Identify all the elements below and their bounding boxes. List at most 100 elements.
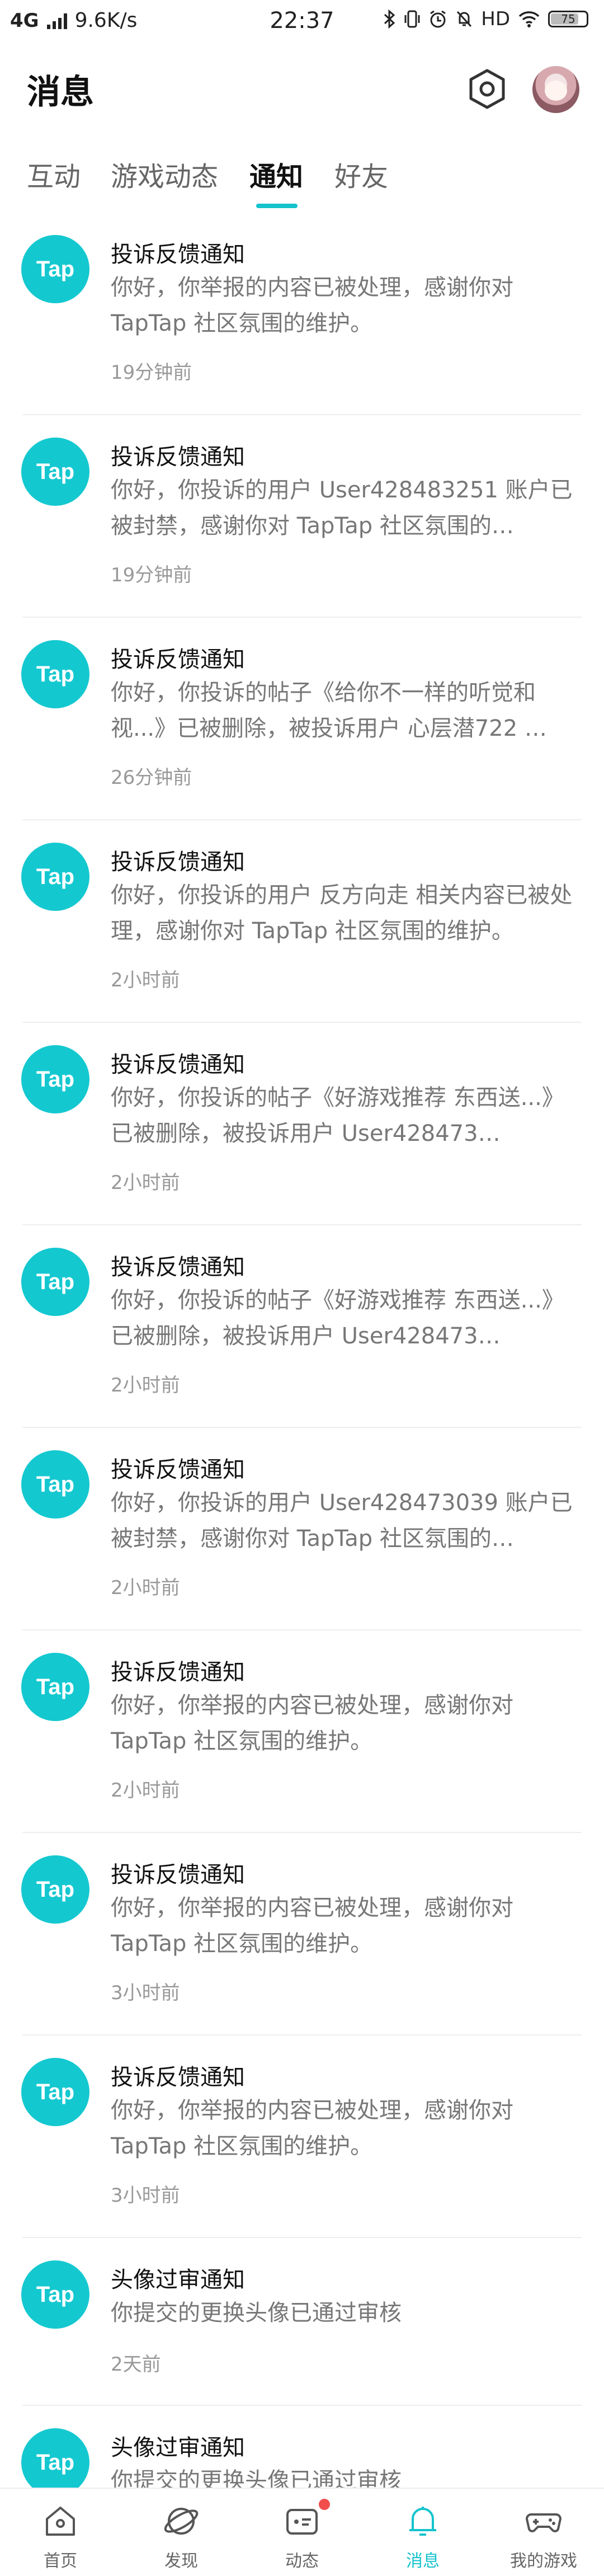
nav-messages-label: 消息 <box>406 2551 440 2571</box>
notification-title: 投诉反馈通知 <box>111 444 245 470</box>
nav-feed[interactable]: 动态 <box>242 2489 362 2576</box>
notification-body: 你好，你举报的内容已被处理，感谢你对 TapTap 社区氛围的维护。 <box>111 1895 513 1957</box>
taptap-logo-icon: Tap <box>21 1855 89 1924</box>
tab-friends[interactable]: 好友 <box>334 154 388 194</box>
notification-item[interactable]: Tap 投诉反馈通知你好，你投诉的帖子《好游戏推荐 东西送...》已被删除，被投诉… <box>0 1023 604 1225</box>
alarm-icon <box>430 10 446 28</box>
header: 消息 <box>0 43 604 138</box>
taptap-logo-icon: Tap <box>21 2260 89 2329</box>
taptap-logo-icon: Tap <box>21 1653 89 1721</box>
notification-body: 你好，你投诉的帖子《好游戏推荐 东西送...》已被删除，被投诉用户 User42… <box>111 1287 564 1349</box>
logo-text: Tap <box>36 662 74 687</box>
notification-item[interactable]: Tap 投诉反馈通知你好，你投诉的用户 User428473039 账户已被封禁，… <box>0 1428 604 1630</box>
notification-title: 投诉反馈通知 <box>111 2065 245 2090</box>
feed-badge <box>319 2499 330 2510</box>
notification-item[interactable]: Tap 投诉反馈通知你好，你举报的内容已被处理，感谢你对 TapTap 社区氛围的… <box>0 2036 604 2238</box>
page-title: 消息 <box>27 73 94 112</box>
status-bar: 4G 9.6K/s 22:37 HD 75 <box>0 0 604 43</box>
notification-body: 你好，你投诉的用户 User428473039 账户已被封禁，感谢你对 TapT… <box>111 1490 573 1552</box>
nav-messages[interactable]: 消息 <box>362 2489 483 2576</box>
notification-title: 投诉反馈通知 <box>111 1660 245 1685</box>
status-right: HD 75 <box>383 8 588 30</box>
taptap-logo-icon: Tap <box>21 1248 89 1316</box>
logo-text: Tap <box>36 257 74 281</box>
taptap-logo-icon: Tap <box>21 843 89 911</box>
nav-home[interactable]: 首页 <box>0 2489 121 2576</box>
settings-button[interactable] <box>462 64 512 114</box>
taptap-logo-icon: Tap <box>21 235 89 303</box>
vibrate-icon <box>404 10 420 28</box>
discover-icon <box>164 2508 199 2535</box>
gamepad-icon <box>526 2513 561 2532</box>
notification-title: 投诉反馈通知 <box>111 1052 245 1078</box>
notification-time: 3小时前 <box>111 2184 180 2207</box>
tab-notifications[interactable]: 通知 <box>249 154 303 194</box>
notification-title: 投诉反馈通知 <box>111 647 245 673</box>
notification-item[interactable]: Tap 头像过审通知你提交的更换头像已通过审核 2天前 <box>0 2238 604 2406</box>
notification-time: 2天前 <box>111 2353 161 2376</box>
notification-item[interactable]: Tap 投诉反馈通知 你好，你投诉的帖子《给你不一样的听觉和视...》已被删除，被投… <box>0 618 604 820</box>
battery-icon: 75 <box>548 11 588 27</box>
logo-text: Tap <box>36 2080 74 2104</box>
taptap-logo-icon: Tap <box>21 640 89 708</box>
notification-item[interactable]: Tap 投诉反馈通知你好，你举报的内容已被处理，感谢你对 TapTap 社区氛围的… <box>0 213 604 415</box>
taptap-logo-icon: Tap <box>21 1450 89 1519</box>
logo-text: Tap <box>36 864 74 889</box>
nav-discover[interactable]: 发现 <box>121 2489 242 2576</box>
notification-time: 2小时前 <box>111 1577 180 1599</box>
notification-list: Tap 投诉反馈通知 你好，你举报的内容已被处理，感谢你对 TapTap 社区氛围的… <box>0 213 604 2574</box>
logo-text: Tap <box>36 1472 74 1497</box>
bell-icon <box>409 2507 436 2536</box>
notification-title: 头像过审通知 <box>111 2435 245 2461</box>
taptap-logo-icon: Tap <box>21 2058 89 2126</box>
notification-title: 投诉反馈通知 <box>111 1457 245 1483</box>
notification-time: 2小时前 <box>111 1779 180 1802</box>
logo-text: Tap <box>36 2282 74 2307</box>
notification-title: 头像过审通知 <box>111 2267 245 2293</box>
mute-icon <box>457 11 472 27</box>
tab-interaction[interactable]: 互动 <box>27 154 81 194</box>
notification-body: 你好，你投诉的帖子《好游戏推荐 东西送...》已被删除，被投诉用户 User42… <box>111 1085 564 1146</box>
notification-item[interactable]: Tap 投诉反馈通知你好，你举报的内容已被处理，感谢你对 TapTap 社区氛围的… <box>0 1630 604 1833</box>
notification-title: 投诉反馈通知 <box>111 242 245 267</box>
home-icon <box>46 2507 75 2536</box>
notification-item[interactable]: Tap 投诉反馈通知你好，你投诉的用户 反方向走 相关内容已被处理，感谢你对 Ta… <box>0 820 604 1023</box>
notification-body: 你好，你投诉的用户 反方向走 相关内容已被处理，感谢你对 TapTap 社区氛围… <box>111 882 573 944</box>
taptap-logo-icon: Tap <box>21 438 89 506</box>
notification-item[interactable]: Tap 投诉反馈通知你好，你投诉的帖子《好游戏推荐 东西送...》已被删除，被投诉… <box>0 1225 604 1428</box>
feed-icon <box>286 2509 318 2535</box>
nav-home-label: 首页 <box>44 2551 77 2571</box>
tab-game-news[interactable]: 游戏动态 <box>111 154 218 194</box>
bottom-nav: 首页 发现 动态 消息 我的游戏 <box>0 2488 604 2576</box>
avatar[interactable] <box>532 66 579 113</box>
nav-my-games[interactable]: 我的游戏 <box>483 2489 604 2576</box>
battery-level: 75 <box>561 12 575 26</box>
notification-body: 你好，你举报的内容已被处理，感谢你对 TapTap 社区氛围的维护。 <box>111 2098 513 2159</box>
active-tab-indicator <box>256 204 298 208</box>
notification-item[interactable]: Tap 投诉反馈通知你好，你举报的内容已被处理，感谢你对 TapTap 社区氛围的… <box>0 1833 604 2036</box>
notification-body: 你提交的更换头像已通过审核 <box>111 2300 402 2326</box>
logo-text: Tap <box>36 2450 74 2475</box>
nav-my-games-label: 我的游戏 <box>510 2551 577 2571</box>
taptap-logo-icon: Tap <box>21 2428 89 2497</box>
notification-time: 2小时前 <box>111 1374 180 1397</box>
notification-title: 投诉反馈通知 <box>111 849 245 875</box>
notification-title: 投诉反馈通知 <box>111 1254 245 1280</box>
nav-discover-label: 发现 <box>164 2551 198 2571</box>
notification-body: 你好，你投诉的用户 User428483251 账户已被封禁，感谢你对 TapT… <box>111 477 573 539</box>
notification-time: 2小时前 <box>111 1172 180 1194</box>
logo-text: Tap <box>36 1270 74 1294</box>
notification-item[interactable]: Tap 投诉反馈通知你好，你投诉的用户 User428483251 账户已被封禁，… <box>0 415 604 618</box>
logo-text: Tap <box>36 1877 74 1902</box>
notification-body: 你好，你举报的内容已被处理，感谢你对 TapTap 社区氛围的维护。 <box>111 1693 513 1754</box>
logo-text: Tap <box>36 1675 74 1699</box>
notification-body: 你好，你举报的内容已被处理，感谢你对 TapTap 社区氛围的维护。 <box>111 275 513 336</box>
notification-time: 19分钟前 <box>111 361 192 384</box>
taptap-logo-icon: Tap <box>21 1045 89 1113</box>
notification-time: 19分钟前 <box>111 564 192 586</box>
wifi-icon <box>518 11 540 27</box>
notification-title: 投诉反馈通知 <box>111 1862 245 1888</box>
gear-icon <box>469 69 505 109</box>
logo-text: Tap <box>36 1067 74 1092</box>
nav-feed-label: 动态 <box>285 2551 319 2571</box>
